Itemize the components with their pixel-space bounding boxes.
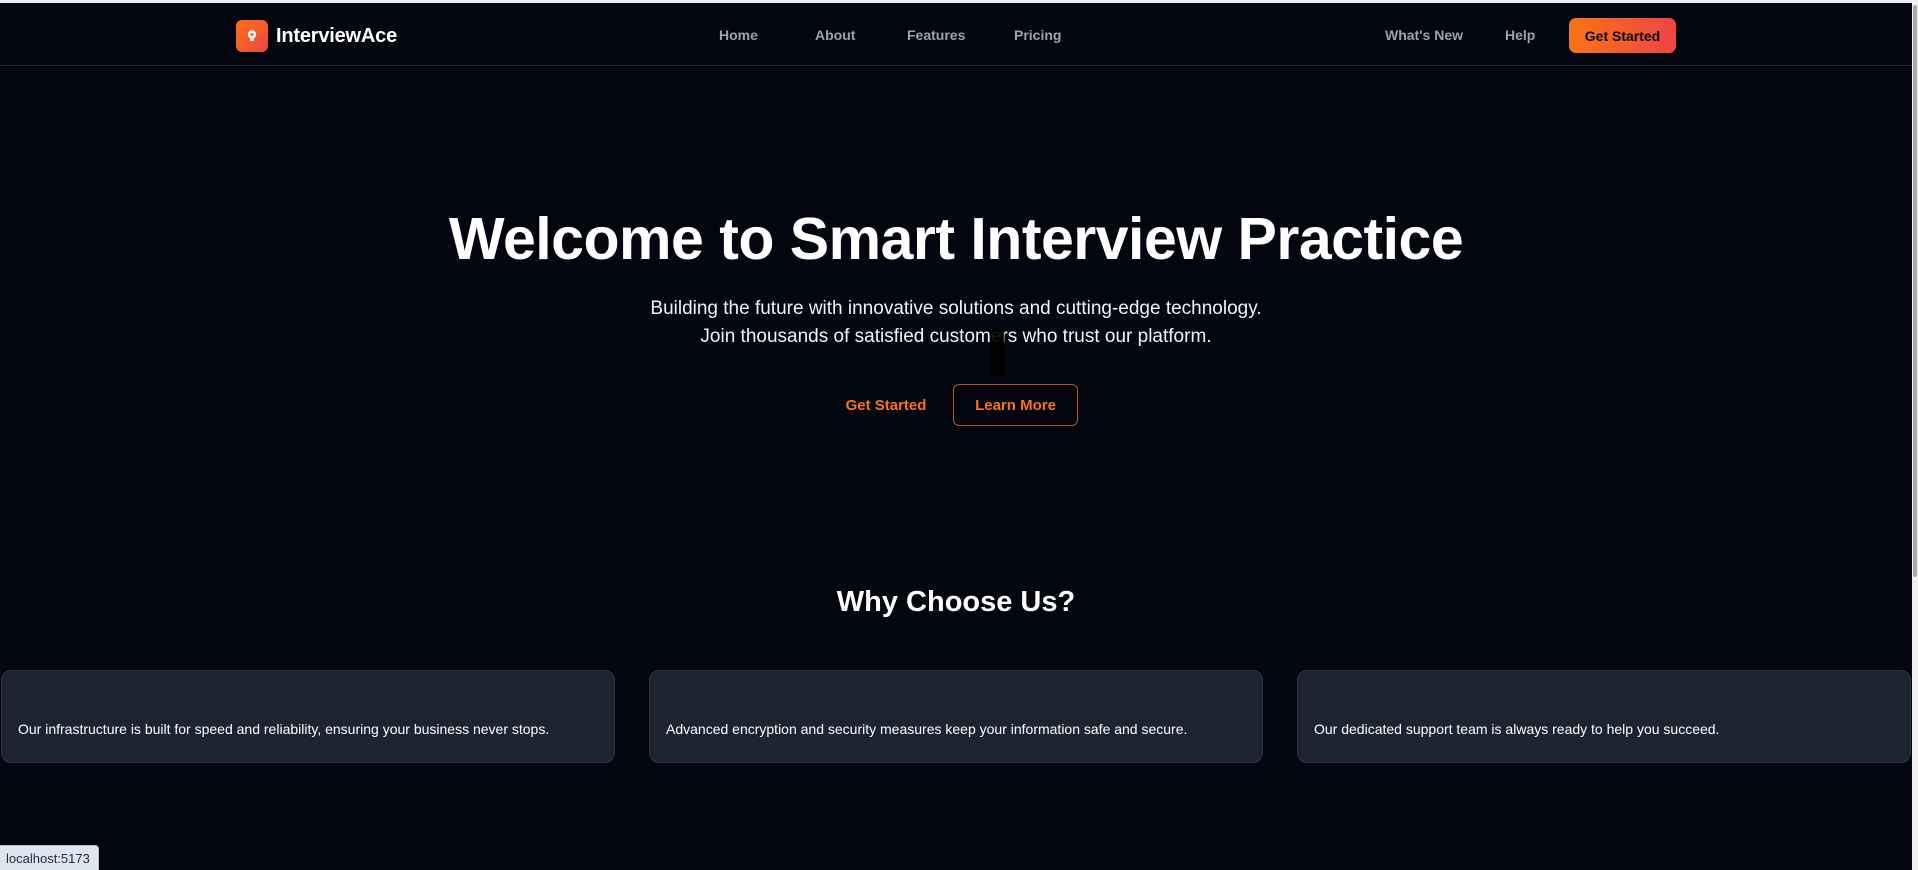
nav-link-whats-new[interactable]: What's New — [1385, 27, 1463, 43]
feature-card-security: Advanced encryption and security measure… — [649, 670, 1263, 763]
nav-link-help[interactable]: Help — [1505, 27, 1535, 43]
text-cursor — [990, 330, 1004, 376]
features-title: Why Choose Us? — [836, 586, 1076, 618]
status-url: localhost:5173 — [0, 845, 99, 870]
nav-link-about[interactable]: About — [815, 27, 855, 43]
learn-more-button[interactable]: Learn More — [953, 384, 1078, 426]
navbar: InterviewAce Home About Features Pricing… — [0, 3, 1918, 66]
feature-card-support: Our dedicated support team is always rea… — [1297, 670, 1911, 763]
hero-subtitle-line1: Building the future with innovative solu… — [650, 298, 1262, 319]
hero-subtitle-line2: Join thousands of satisfied customers wh… — [700, 326, 1212, 347]
get-started-hero-button[interactable]: Get Started — [830, 390, 942, 420]
page: InterviewAce Home About Features Pricing… — [0, 0, 1918, 870]
scrollbar-thumb[interactable] — [1913, 5, 1917, 577]
nav-link-pricing[interactable]: Pricing — [1014, 27, 1061, 43]
feature-card-speed: Our infrastructure is built for speed an… — [1, 670, 615, 763]
feature-card-text: Advanced encryption and security measure… — [666, 721, 1188, 737]
feature-card-text: Our dedicated support team is always rea… — [1314, 721, 1720, 737]
nav-link-home[interactable]: Home — [719, 27, 758, 43]
get-started-nav-button[interactable]: Get Started — [1569, 18, 1676, 53]
feature-card-text: Our infrastructure is built for speed an… — [18, 721, 550, 737]
nav-link-features[interactable]: Features — [907, 27, 965, 43]
hero-title: Welcome to Smart Interview Practice — [448, 206, 1464, 272]
